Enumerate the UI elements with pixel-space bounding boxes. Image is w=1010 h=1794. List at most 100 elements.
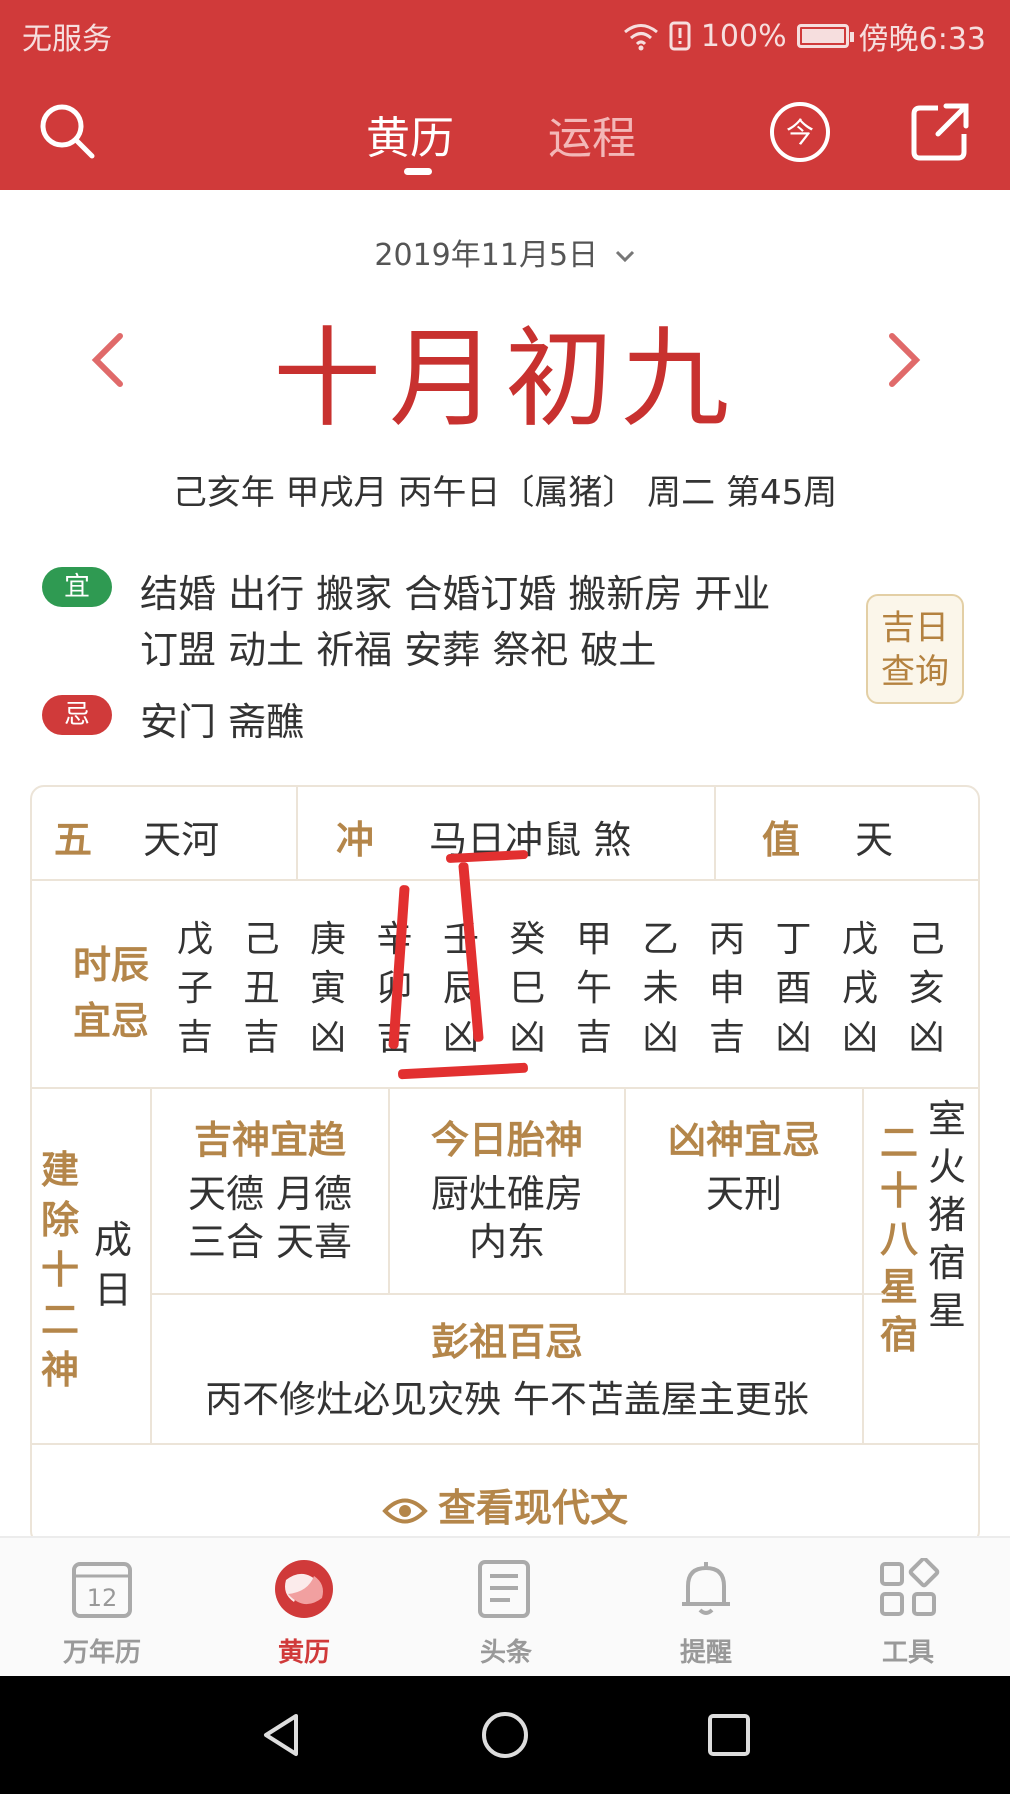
huangli-logo-icon [275,1560,333,1618]
active-tab-indicator [404,168,432,175]
bottom-nav: 12 万年历 黄历 头条 提醒 工具 [0,1536,1010,1678]
shichen-zhi: 未 [642,968,679,1009]
shichen-hour-8[interactable]: 乙未凶 [636,915,686,1062]
taishen-line-1: 厨灶碓房 [430,1172,583,1216]
shichen-hour-2[interactable]: 己丑吉 [237,915,287,1062]
jishen-cell[interactable]: 吉神宜趋 天德 月德 三合 天喜 [152,1109,388,1266]
zhi-label: 值 [762,818,801,862]
search-icon[interactable] [36,100,100,164]
shichen-gan: 壬 [442,919,479,960]
today-button[interactable]: 今 [768,100,832,164]
system-nav-bar [0,1676,1010,1794]
date-selector[interactable]: 2019年11月5日 [0,230,1010,274]
shichen-zhi: 子 [176,968,213,1009]
taishen-line-2: 内东 [468,1220,545,1264]
shichen-luck: 凶 [509,1017,546,1058]
ganzhi-line: 己亥年 甲戌月 丙午日〔属猪〕 周二 第45周 [172,473,838,513]
lucky-day-label-1: 吉日 [881,608,949,648]
shichen-gan: 庚 [309,919,346,960]
carrier-text: 无服务 [22,22,112,57]
wifi-icon [623,24,658,51]
shichen-hour-1[interactable]: 戊子吉 [170,915,220,1062]
shichen-hour-6[interactable]: 癸巳凶 [503,915,553,1062]
divider [32,1443,978,1445]
shichen-hour-12[interactable]: 己亥凶 [902,915,952,1062]
shichen-luck: 凶 [775,1017,812,1058]
tab-huangli[interactable]: 黄历 [366,102,454,166]
zhi-cell[interactable]: 值 天 [762,809,893,864]
shichen-luck: 吉 [708,1017,745,1058]
xiongshen-title: 凶神宜忌 [667,1118,820,1162]
sim-alert-icon [669,21,691,51]
next-day-arrow-icon[interactable] [884,330,924,390]
tab-yuncheng[interactable]: 运程 [548,102,636,166]
battery-fill [801,29,844,43]
calendar-icon: 12 [72,1562,132,1618]
shichen-zhi: 亥 [908,968,945,1009]
svg-text:今: 今 [786,116,814,149]
tools-icon [880,1556,940,1616]
view-modern-text-label: 查看现代文 [437,1486,628,1530]
shichen-zhi: 丑 [243,968,280,1009]
shichen-hour-9[interactable]: 丙申吉 [702,915,752,1062]
jianchu-value: 成 日 [93,1218,132,1312]
pengzu-body: 丙不修灶必见灾殃 午不苫盖屋主更张 [205,1378,809,1421]
divider [32,879,978,881]
wuxing-value: 天河 [143,818,220,862]
shichen-gan: 己 [908,919,945,960]
shichen-zhi: 午 [575,968,612,1009]
shichen-gan: 丙 [708,919,745,960]
shichen-luck: 吉 [575,1017,612,1058]
pengzu-cell[interactable]: 彭祖百忌 丙不修灶必见灾殃 午不苫盖屋主更张 [152,1311,862,1424]
nav-wannianli[interactable]: 12 万年历 [42,1558,162,1669]
zhi-value: 天 [855,818,894,862]
shichen-gan: 戊 [176,919,213,960]
jianchu-label: 建 除 十 二 神 [40,1148,79,1392]
news-icon [478,1560,530,1618]
top-nav: 黄历 运程 今 [0,80,1010,190]
view-modern-text-button[interactable]: 查看现代文 [32,1477,978,1532]
back-icon[interactable] [256,1710,306,1760]
lucky-day-query-button[interactable]: 吉日 查询 [866,594,964,704]
almanac-table: 五 天河 冲 马日冲鼠 煞 值 天 时辰 宜忌 戊子吉己丑吉庚寅凶辛卯吉壬辰凶癸… [30,785,980,1545]
shichen-luck: 凶 [908,1017,945,1058]
shichen-gan: 甲 [575,919,612,960]
shichen-label: 时辰 宜忌 [72,943,149,1043]
xiongshen-line-1: 天刑 [705,1172,782,1216]
recents-icon[interactable] [706,1712,752,1758]
shichen-hour-3[interactable]: 庚寅凶 [303,915,353,1062]
jishen-title: 吉神宜趋 [193,1118,346,1162]
shichen-zhi: 巳 [509,968,546,1009]
shichen-zhi: 寅 [309,968,346,1009]
xingxiu-value: 室 火 猪 宿 星 [927,1097,966,1333]
shichen-luck: 吉 [176,1017,213,1058]
status-right: 100% 傍晚6:33 [623,14,986,58]
nav-huangli[interactable]: 黄历 [244,1558,364,1669]
nav-toutiao[interactable]: 头条 [446,1558,566,1669]
battery-percent: 100% [700,18,787,54]
shichen-hour-11[interactable]: 戊戌凶 [835,915,885,1062]
shichen-hour-10[interactable]: 丁酉凶 [769,915,819,1062]
share-icon[interactable] [908,100,972,164]
nav-gongju[interactable]: 工具 [848,1556,968,1669]
yi-line-1: 结婚 出行 搬家 合婚订婚 搬新房 开业 [140,572,771,616]
app-header: 无服务 100% 傍晚6:33 黄历 运程 今 [0,0,1010,190]
taishen-cell[interactable]: 今日胎神 厨灶碓房 内东 [390,1109,624,1266]
battery-icon [796,24,854,48]
home-icon[interactable] [480,1710,530,1760]
ji-badge: 忌 [42,695,112,735]
wuxing-cell[interactable]: 五 天河 [54,809,219,864]
clock: 傍晚6:33 [858,22,986,57]
shichen-luck: 凶 [841,1017,878,1058]
selected-date: 2019年11月5日 [374,238,599,273]
nav-tixing[interactable]: 提醒 [646,1558,766,1669]
shichen-hour-7[interactable]: 甲午吉 [569,915,619,1062]
divider [296,787,298,879]
shichen-luck: 吉 [243,1017,280,1058]
divider [32,1087,978,1089]
shichen-gan: 丁 [775,919,812,960]
xiongshen-cell[interactable]: 凶神宜忌 天刑 [626,1109,862,1218]
shichen-gan: 己 [243,919,280,960]
svg-text:12: 12 [87,1584,118,1612]
today-icon: 今 [770,102,830,162]
